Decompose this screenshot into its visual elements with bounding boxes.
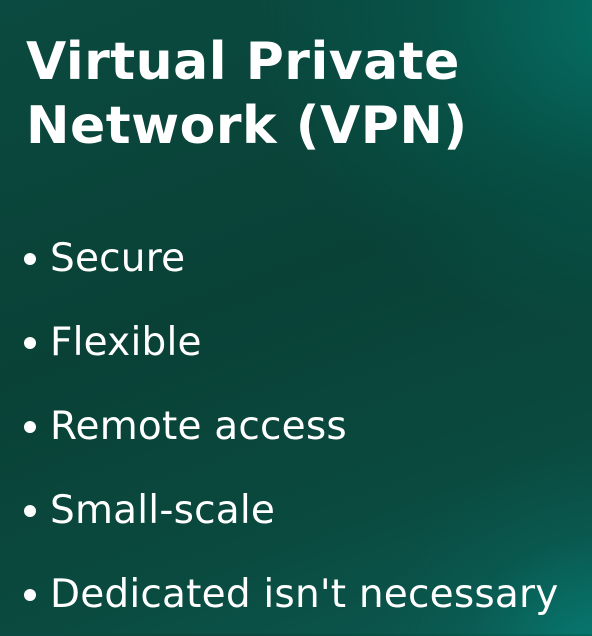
bullet-text: Dedicated isn't necessary [50, 571, 559, 617]
bullet-item-remote-access: Remote access [24, 384, 584, 468]
bullet-text: Secure [50, 235, 186, 281]
bullet-dot-icon [24, 589, 36, 601]
bullet-text: Flexible [50, 319, 202, 365]
slide: Virtual Private Network (VPN) Secure Fle… [0, 0, 592, 634]
bullet-text: Remote access [50, 403, 347, 449]
slide-title: Virtual Private Network (VPN) [26, 30, 566, 158]
bullet-item-flexible: Flexible [24, 300, 584, 384]
bullet-item-secure: Secure [24, 216, 584, 300]
bullet-text: Small-scale [50, 487, 276, 533]
slide-title-line-1: Virtual Private [26, 32, 460, 92]
bullet-dot-icon [24, 337, 36, 349]
bullet-dot-icon [24, 253, 36, 265]
bullet-list: Secure Flexible Remote access Small-scal… [24, 216, 584, 636]
bullet-item-small-scale: Small-scale [24, 468, 584, 552]
slide-title-line-2: Network (VPN) [26, 96, 468, 156]
bullet-dot-icon [24, 505, 36, 517]
bullet-dot-icon [24, 421, 36, 433]
bullet-item-dedicated: Dedicated isn't necessary [24, 552, 584, 636]
